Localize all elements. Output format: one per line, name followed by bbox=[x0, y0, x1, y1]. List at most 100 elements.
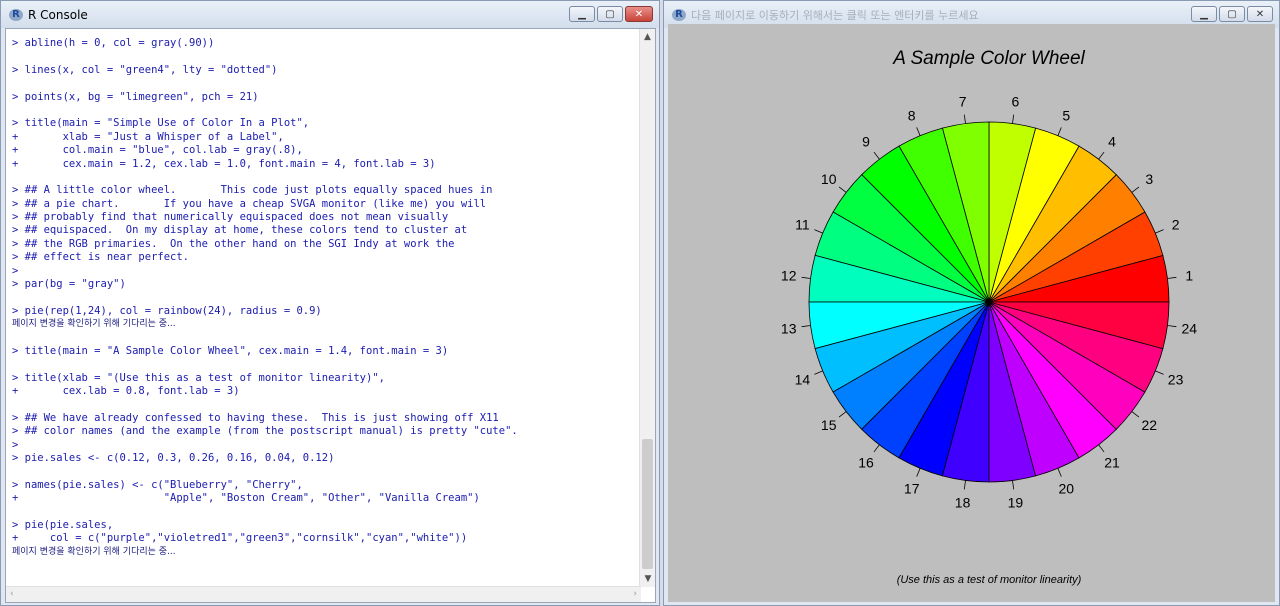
console-line: > par(bg = "gray") bbox=[12, 278, 126, 291]
console-line: > title(main = "Simple Use of Color In a… bbox=[12, 117, 310, 130]
pie-slice-label: 8 bbox=[908, 107, 916, 123]
console-line: > pie.sales <- c(0.12, 0.3, 0.26, 0.16, … bbox=[12, 452, 335, 465]
console-line: > lines(x, col = "green4", lty = "dotted… bbox=[12, 63, 278, 76]
pie-slice-label: 14 bbox=[795, 371, 811, 387]
pie-label-tick bbox=[916, 127, 921, 136]
pie-slice-label: 9 bbox=[862, 134, 870, 150]
maximize-button[interactable]: ▢ bbox=[1219, 6, 1245, 22]
console-line: > points(x, bg = "limegreen", pch = 21) bbox=[12, 90, 259, 103]
pie-slice-label: 17 bbox=[904, 481, 920, 497]
maximize-button[interactable]: ▢ bbox=[597, 6, 623, 22]
console-line: + col.main = "blue", col.lab = gray(.8), bbox=[12, 144, 303, 157]
pie-label-tick bbox=[873, 444, 880, 453]
console-line: > ## A little color wheel. This code jus… bbox=[12, 184, 493, 197]
console-titlebar[interactable]: R R Console ▁ ▢ ✕ bbox=[1, 1, 659, 28]
pie-label-tick bbox=[801, 325, 811, 328]
pie-slice-label: 2 bbox=[1172, 217, 1180, 233]
pie-slice-label: 7 bbox=[959, 94, 967, 110]
pie-slice-label: 16 bbox=[858, 454, 874, 470]
console-line: > title(xlab = "(Use this as a test of m… bbox=[12, 371, 385, 384]
r-logo-icon: R bbox=[9, 8, 23, 21]
console-line: > names(pie.sales) <- c("Blueberry", "Ch… bbox=[12, 478, 303, 491]
console-line: + "Apple", "Boston Cream", "Other", "Van… bbox=[12, 492, 480, 505]
pie-label-tick bbox=[1131, 186, 1140, 193]
chart-title: A Sample Color Wheel bbox=[892, 48, 1085, 69]
console-line: > ## color names (and the example (from … bbox=[12, 425, 518, 438]
pie-slice-label: 18 bbox=[955, 494, 971, 510]
close-icon: ✕ bbox=[1255, 8, 1265, 20]
console-title: R Console bbox=[28, 7, 88, 22]
pie-label-tick bbox=[1155, 229, 1164, 234]
scroll-thumb[interactable] bbox=[642, 439, 653, 569]
pie-slice-label: 6 bbox=[1012, 94, 1020, 110]
pie-slice-label: 22 bbox=[1142, 417, 1158, 433]
r-console-window[interactable]: R R Console ▁ ▢ ✕ > abline(h = 0, col = … bbox=[0, 0, 660, 606]
console-line: > bbox=[12, 438, 19, 451]
close-button[interactable]: ✕ bbox=[1247, 6, 1273, 22]
pie-label-tick bbox=[838, 411, 847, 418]
pie-label-tick bbox=[1098, 151, 1105, 160]
maximize-icon: ▢ bbox=[1227, 8, 1237, 20]
maximize-icon: ▢ bbox=[605, 8, 615, 20]
console-line: + cex.lab = 0.8, font.lab = 3) bbox=[12, 385, 240, 398]
minimize-icon: ▁ bbox=[1200, 8, 1208, 20]
console-output[interactable]: > abline(h = 0, col = gray(.90)) > lines(… bbox=[5, 28, 656, 603]
pie-label-tick bbox=[963, 480, 966, 490]
pie-label-tick bbox=[1131, 411, 1140, 418]
pie-slice-label: 4 bbox=[1108, 134, 1116, 150]
pie-slice-label: 19 bbox=[1008, 494, 1024, 510]
pie-slice-label: 20 bbox=[1059, 481, 1075, 497]
console-line: > ## We have already confessed to having… bbox=[12, 411, 499, 424]
pie-label-tick bbox=[838, 186, 847, 193]
console-line: + cex.main = 1.2, cex.lab = 1.0, font.ma… bbox=[12, 157, 436, 170]
console-line: 페이지 변경을 확인하기 위해 기다리는 중... bbox=[12, 319, 176, 330]
graphics-title: 다음 페이지로 이동하기 위해서는 클릭 또는 엔터키를 누르세요 bbox=[691, 8, 979, 22]
scroll-up-icon[interactable]: ▲ bbox=[640, 29, 655, 45]
pie-label-tick bbox=[873, 151, 880, 160]
minimize-icon: ▁ bbox=[578, 8, 586, 20]
console-line: > pie(rep(1,24), col = rainbow(24), radi… bbox=[12, 304, 322, 317]
scroll-down-icon[interactable]: ▼ bbox=[640, 571, 655, 587]
pie-label-tick bbox=[1167, 276, 1177, 279]
pie-label-tick bbox=[1012, 114, 1015, 124]
horizontal-scrollbar[interactable]: ‹ › bbox=[6, 586, 641, 602]
vertical-scrollbar[interactable]: ▲ ▼ bbox=[639, 29, 655, 587]
close-icon: ✕ bbox=[634, 8, 644, 20]
pie-slice-label: 11 bbox=[795, 217, 810, 233]
pie-label-tick bbox=[814, 370, 823, 375]
console-line: 페이지 변경을 확인하기 위해 기다리는 중... bbox=[12, 546, 176, 557]
pie-label-tick bbox=[814, 229, 823, 234]
color-wheel-chart: A Sample Color Wheel (Use this as a test… bbox=[781, 48, 1198, 586]
chart-xlabel: (Use this as a test of monitor linearity… bbox=[897, 574, 1082, 586]
pie-slice-label: 24 bbox=[1182, 320, 1198, 336]
scroll-left-icon[interactable]: ‹ bbox=[10, 589, 14, 599]
console-line: > title(main = "A Sample Color Wheel", c… bbox=[12, 344, 449, 357]
pie-slice-label: 23 bbox=[1168, 371, 1184, 387]
console-line: > ## equispaced. On my display at home, … bbox=[12, 224, 468, 237]
pie-slice-label: 3 bbox=[1145, 171, 1153, 187]
console-line: > ## the RGB primaries. On the other han… bbox=[12, 237, 455, 250]
r-logo-icon: R bbox=[672, 8, 686, 21]
scroll-right-icon[interactable]: › bbox=[633, 589, 637, 599]
console-line: > pie(pie.sales, bbox=[12, 519, 114, 532]
pie-label-tick bbox=[1057, 127, 1062, 136]
plot-device[interactable]: A Sample Color Wheel (Use this as a test… bbox=[668, 24, 1275, 602]
console-line: > ## probably find that numerically equi… bbox=[12, 211, 449, 224]
pie-label-tick bbox=[1155, 370, 1164, 375]
minimize-button[interactable]: ▁ bbox=[1191, 6, 1217, 22]
pie-slice-label: 21 bbox=[1104, 454, 1120, 470]
r-graphics-window[interactable]: R 다음 페이지로 이동하기 위해서는 클릭 또는 엔터키를 누르세요 ▁ ▢ … bbox=[663, 0, 1280, 606]
close-button[interactable]: ✕ bbox=[625, 6, 653, 22]
minimize-button[interactable]: ▁ bbox=[569, 6, 595, 22]
pie-slice-label: 12 bbox=[781, 268, 797, 284]
pie-label-tick bbox=[963, 114, 966, 124]
console-text: > abline(h = 0, col = gray(.90)) > lines(… bbox=[12, 37, 638, 559]
